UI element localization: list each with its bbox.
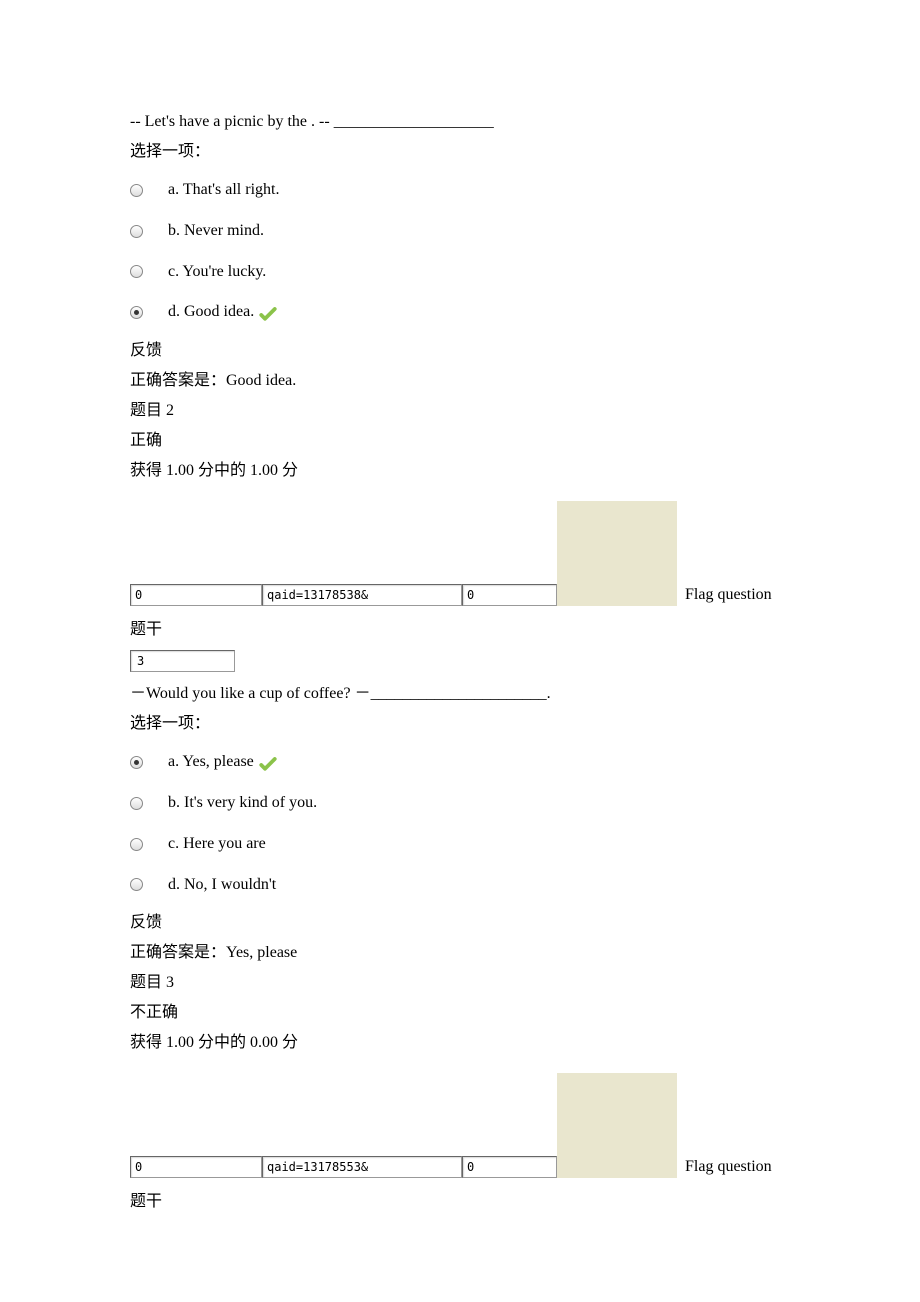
flag-section: 0 qaid=13178538& 0 Flag question	[130, 501, 790, 606]
correct-answer: 正确答案是：Yes, please	[130, 941, 790, 965]
radio-icon[interactable]	[130, 797, 143, 810]
feedback-label: 反馈	[130, 911, 790, 935]
checkmark-icon	[259, 756, 277, 770]
stem-label: 题干	[130, 1190, 790, 1214]
stem-label: 题干	[130, 618, 790, 642]
option-label: c. Here you are	[168, 830, 266, 859]
select-prompt: 选择一项：	[130, 140, 790, 164]
meta-input[interactable]: 0	[462, 584, 557, 606]
option-row: d. Good idea.	[130, 298, 790, 327]
flag-question-link[interactable]: Flag question	[685, 586, 772, 606]
radio-icon[interactable]	[130, 838, 143, 851]
option-label: c. You're lucky.	[168, 258, 266, 287]
question-title: 题目 3	[130, 971, 790, 995]
question-text: －Would you like a cup of coffee? －______…	[130, 682, 790, 706]
option-row: a. Yes, please	[130, 748, 790, 777]
correct-answer: 正确答案是：Good idea.	[130, 369, 790, 393]
question-score: 获得 1.00 分中的 1.00 分	[130, 459, 790, 483]
flag-image-placeholder	[557, 501, 677, 606]
radio-icon[interactable]	[130, 756, 143, 769]
select-prompt: 选择一项：	[130, 712, 790, 736]
radio-icon[interactable]	[130, 184, 143, 197]
option-label: b. It's very kind of you.	[168, 789, 317, 818]
option-row: c. You're lucky.	[130, 258, 790, 287]
flag-question-link[interactable]: Flag question	[685, 1158, 772, 1178]
option-label: a. That's all right.	[168, 176, 279, 205]
radio-icon[interactable]	[130, 306, 143, 319]
option-label: d. No, I wouldn't	[168, 871, 276, 900]
question-text: -- Let's have a picnic by the . -- _____…	[130, 110, 790, 134]
option-row: a. That's all right.	[130, 176, 790, 205]
radio-icon[interactable]	[130, 265, 143, 278]
meta-input[interactable]: qaid=13178553&	[262, 1156, 462, 1178]
question-title: 题目 2	[130, 399, 790, 423]
radio-icon[interactable]	[130, 878, 143, 891]
question-status: 不正确	[130, 1001, 790, 1025]
checkmark-icon	[259, 306, 277, 320]
option-label: a. Yes, please	[168, 748, 254, 777]
option-label: d. Good idea.	[168, 298, 254, 327]
flag-image-placeholder	[557, 1073, 677, 1178]
feedback-label: 反馈	[130, 339, 790, 363]
meta-input[interactable]: 0	[462, 1156, 557, 1178]
meta-input[interactable]: qaid=13178538&	[262, 584, 462, 606]
radio-icon[interactable]	[130, 225, 143, 238]
stem-input[interactable]: 3	[130, 650, 235, 672]
option-row: c. Here you are	[130, 830, 790, 859]
question-score: 获得 1.00 分中的 0.00 分	[130, 1031, 790, 1055]
option-row: b. Never mind.	[130, 217, 790, 246]
meta-input[interactable]: 0	[130, 1156, 262, 1178]
flag-section: 0 qaid=13178553& 0 Flag question	[130, 1073, 790, 1178]
option-row: b. It's very kind of you.	[130, 789, 790, 818]
meta-input[interactable]: 0	[130, 584, 262, 606]
option-label: b. Never mind.	[168, 217, 264, 246]
question-status: 正确	[130, 429, 790, 453]
option-row: d. No, I wouldn't	[130, 871, 790, 900]
